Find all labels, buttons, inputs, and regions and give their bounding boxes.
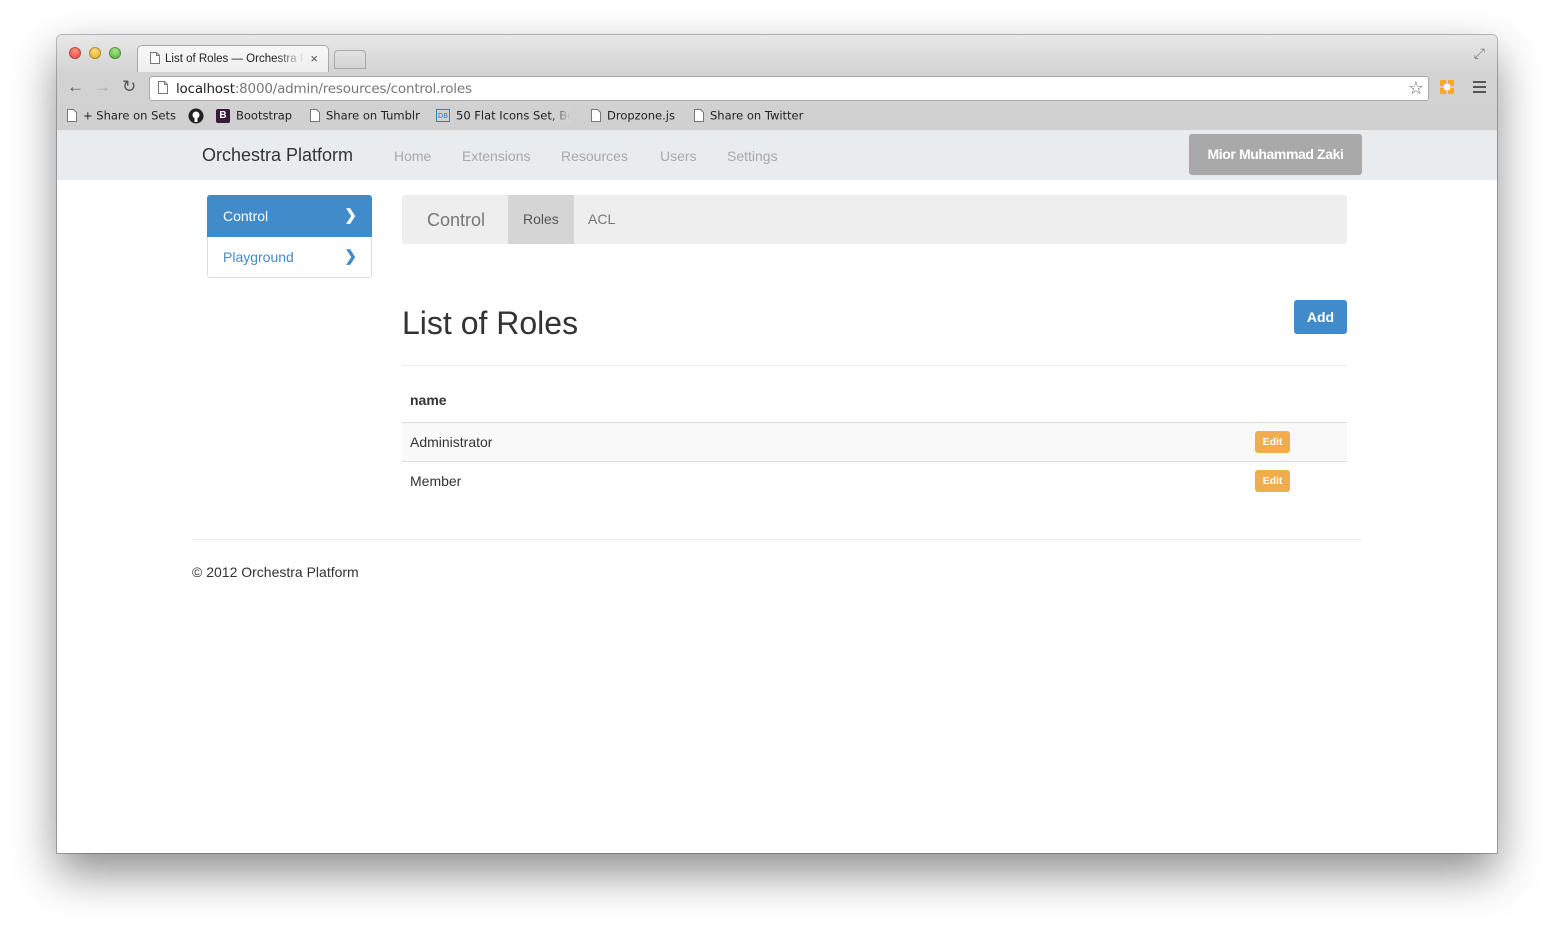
url-host: localhost — [176, 81, 235, 97]
github-icon — [188, 108, 204, 124]
page-icon — [67, 109, 77, 122]
nav-link-users[interactable]: Users — [660, 148, 697, 164]
table-header-row: name — [402, 392, 1347, 423]
bookmark-label: Share on Twitter — [710, 108, 804, 123]
url-path: :8000/admin/resources/control.roles — [234, 81, 472, 97]
tab-roles[interactable]: Roles — [508, 195, 574, 244]
page-icon — [694, 109, 704, 122]
browser-tab[interactable]: List of Roles — Orchestra Platform × — [137, 45, 329, 72]
actions-cell: Edit — [1247, 422, 1347, 462]
table-row: Administrator Edit — [402, 422, 1347, 462]
close-window-button[interactable] — [69, 47, 81, 59]
bookmark-share-on-twitter[interactable]: Share on Twitter — [694, 108, 803, 126]
extension-icon[interactable] — [1439, 79, 1455, 95]
bookmark-label: Bootstrap — [236, 108, 293, 123]
role-name-cell: Administrator — [402, 422, 1247, 462]
bookmark-dropzone[interactable]: Dropzone.js — [591, 108, 675, 126]
bookmark-github[interactable] — [188, 108, 210, 126]
tab-acl[interactable]: ACL — [573, 195, 630, 244]
nav-link-resources[interactable]: Resources — [561, 148, 628, 164]
sidebar: Control ❯ Playground ❯ — [207, 195, 372, 278]
menu-icon[interactable] — [1473, 81, 1486, 96]
subnav-bar: Control Roles ACL — [402, 195, 1347, 244]
page-header: List of Roles Add — [402, 300, 1347, 366]
browser-window: List of Roles — Orchestra Platform × ⤢ ←… — [57, 35, 1497, 853]
bookmark-label: + Share on Sets — [83, 108, 176, 123]
browser-chrome: List of Roles — Orchestra Platform × ⤢ ←… — [57, 35, 1497, 131]
footer-copyright: © 2012 Orchestra Platform — [192, 564, 359, 580]
subnav-brand[interactable]: Control — [427, 210, 485, 231]
new-tab-button[interactable] — [334, 50, 366, 69]
web-page: Orchestra Platform Home Extensions Resou… — [57, 130, 1497, 853]
bookmark-share-on-sets[interactable]: + Share on Sets — [67, 108, 176, 126]
main-content: Control Roles ACL List of Roles Add name — [402, 195, 1347, 500]
role-name-cell: Member — [410, 473, 462, 489]
bookmark-label: 50 Flat Icons Set, Be — [456, 108, 571, 123]
bookmark-bootstrap[interactable]: B Bootstrap — [216, 108, 292, 126]
bootstrap-icon: B — [216, 108, 230, 123]
page-title: List of Roles — [402, 305, 579, 341]
roles-table: name Administrator Edit Member Edit — [402, 392, 1347, 500]
column-header-name: name — [402, 392, 1247, 423]
bookmark-share-on-tumblr[interactable]: Share on Tumblr — [310, 108, 420, 126]
sidebar-item-control[interactable]: Control ❯ — [207, 195, 372, 237]
bookmark-star-icon[interactable]: ☆ — [1408, 78, 1424, 99]
nav-link-settings[interactable]: Settings — [727, 148, 778, 164]
tab-title: List of Roles — Orchestra Platform — [165, 53, 305, 65]
bookmark-flat-icons[interactable]: DB 50 Flat Icons Set, Be — [436, 108, 571, 126]
sidebar-item-label: Control — [223, 208, 269, 224]
column-header-actions — [1247, 392, 1347, 423]
nav-link-extensions[interactable]: Extensions — [462, 148, 530, 164]
nav-link-home[interactable]: Home — [394, 148, 431, 164]
bookmark-label: Share on Tumblr — [326, 108, 420, 123]
close-tab-icon[interactable]: × — [310, 51, 318, 66]
actions-cell: Edit — [1247, 462, 1347, 501]
table-row: Member Edit — [402, 462, 1347, 501]
footer: © 2012 Orchestra Platform — [192, 539, 1362, 580]
sidebar-item-playground[interactable]: Playground ❯ — [207, 237, 372, 278]
url-text: localhost:8000/admin/resources/control.r… — [176, 81, 472, 97]
reload-icon[interactable]: ↻ — [122, 78, 136, 96]
forward-arrow-icon[interactable]: → — [94, 78, 111, 96]
page-icon — [158, 81, 168, 94]
page-icon — [591, 109, 601, 122]
fullscreen-icon[interactable]: ⤢ — [1474, 45, 1485, 62]
sidebar-item-label: Playground — [223, 249, 294, 265]
address-bar[interactable]: localhost:8000/admin/resources/control.r… — [149, 76, 1429, 101]
bookmark-label: Dropzone.js — [607, 108, 675, 123]
zoom-window-button[interactable] — [109, 47, 121, 59]
chevron-right-icon: ❯ — [344, 207, 357, 224]
chevron-right-icon: ❯ — [344, 248, 357, 265]
add-role-button[interactable]: Add — [1294, 300, 1347, 334]
page-icon — [310, 109, 320, 122]
edit-button[interactable]: Edit — [1255, 431, 1290, 453]
page-icon — [150, 52, 160, 64]
user-menu-button[interactable]: Mior Muhammad Zaki — [1189, 134, 1362, 175]
minimize-window-button[interactable] — [89, 47, 101, 59]
top-navbar: Orchestra Platform Home Extensions Resou… — [57, 130, 1497, 180]
navbar-brand[interactable]: Orchestra Platform — [202, 145, 353, 166]
back-arrow-icon[interactable]: ← — [67, 78, 84, 96]
edit-button[interactable]: Edit — [1255, 470, 1290, 492]
designbump-icon: DB — [436, 109, 450, 122]
